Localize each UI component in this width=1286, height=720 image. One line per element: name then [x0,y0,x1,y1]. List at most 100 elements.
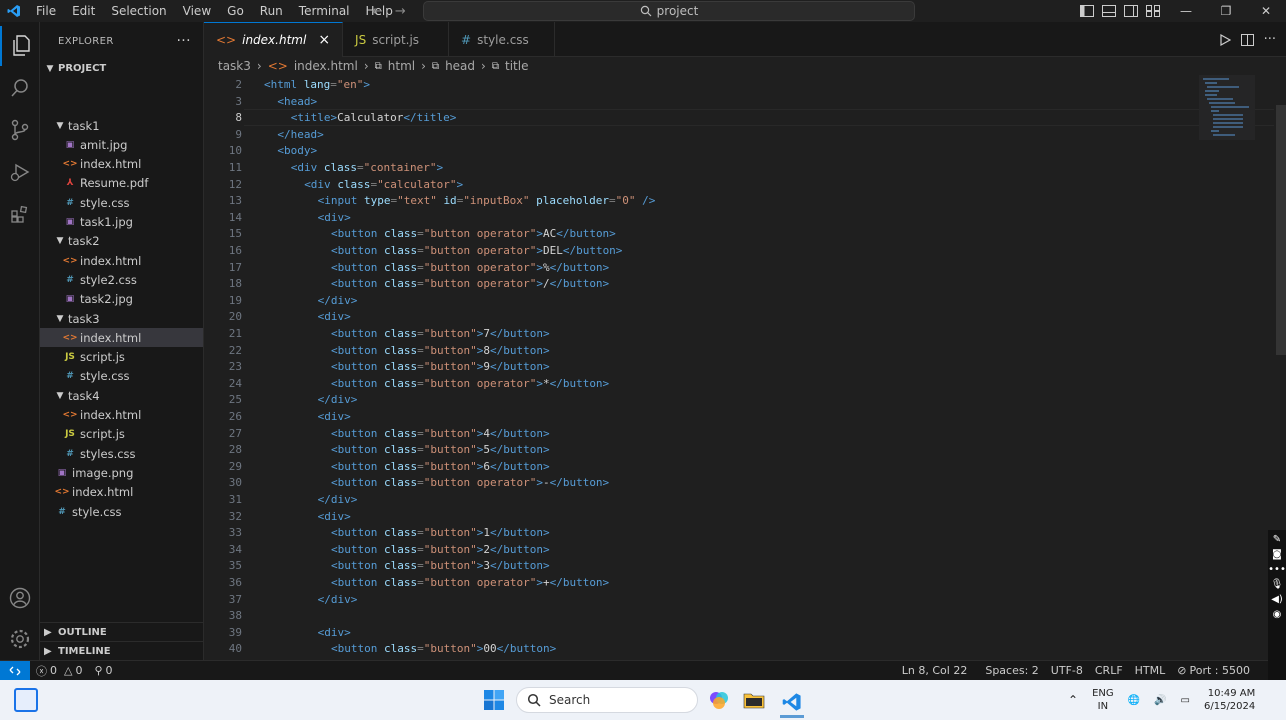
search-activity[interactable] [0,68,40,108]
copilot-icon[interactable] [707,688,731,712]
file-item[interactable]: # style.css [40,502,203,521]
outline-section[interactable]: ▶ OUTLINE [40,622,203,641]
input-language[interactable]: ENG IN [1092,687,1114,713]
language-mode[interactable]: HTML [1129,664,1172,677]
file-item[interactable]: ⅄ Resume.pdf [40,174,203,193]
vscode-logo-icon[interactable] [0,0,28,22]
folder-task2[interactable]: ▼ task2 [40,232,203,251]
toggle-panel-icon[interactable] [1102,5,1116,17]
vertical-scrollbar[interactable] [1276,105,1286,355]
file-item[interactable]: # style2.css [40,270,203,289]
indentation[interactable]: Spaces: 2 [979,664,1044,677]
customize-layout-icon[interactable] [1146,5,1160,17]
file-item[interactable]: <> index.html [40,328,203,348]
network-icon[interactable]: 🌐 [1128,695,1140,706]
back-arrow-icon[interactable]: ← [372,4,383,19]
problems-indicator[interactable]: ⓧ 0 △ 0 [30,663,88,679]
folder-task1[interactable]: ▼ task1 [40,116,203,135]
file-item[interactable]: ▣ task2.jpg [40,290,203,309]
live-server-port[interactable]: ⊘ Port : 5500 [1171,664,1256,677]
encoding[interactable]: UTF-8 [1045,664,1089,677]
minimize-button[interactable]: — [1166,0,1206,22]
menu-item-edit[interactable]: Edit [64,0,103,22]
menu-item-file[interactable]: File [28,0,64,22]
breadcrumb-item[interactable]: task3 [218,59,251,73]
camera-icon[interactable]: ◙ [1272,549,1282,560]
end-of-line[interactable]: CRLF [1089,664,1129,677]
file-item[interactable]: <> index.html [40,251,203,270]
file-item[interactable]: # styles.css [40,444,203,463]
code-editor[interactable]: 2 <html lang="en"> 3 <head> 8 <title>Calculat… [204,75,1286,660]
split-editor-icon[interactable] [1240,33,1254,46]
close-window-button[interactable]: ✕ [1246,0,1286,22]
file-item[interactable]: ▣ amit.jpg [40,135,203,154]
taskbar-search[interactable]: Search [516,687,698,713]
microphone-icon[interactable]: 🎙 [1271,579,1284,590]
file-item[interactable]: ▣ image.png [40,463,203,482]
cursor-position[interactable]: Ln 8, Col 22 [896,664,974,677]
explorer-activity[interactable] [0,26,40,66]
webcam-icon[interactable]: ◉ [1273,609,1282,620]
file-explorer-icon[interactable] [742,688,766,712]
forward-arrow-icon[interactable]: → [395,4,406,19]
breadcrumb-item[interactable]: head [445,59,475,73]
file-item[interactable]: JS script.js [40,425,203,444]
folder-task4[interactable]: ▼ task4 [40,386,203,405]
file-item[interactable]: <> index.html [40,406,203,425]
code-line: 30 <button class="button operator">-</but… [204,474,1204,491]
menu-item-run[interactable]: Run [252,0,291,22]
accounts-activity[interactable] [0,578,40,618]
project-root[interactable]: ▼ PROJECT [40,59,203,78]
extensions-activity[interactable] [0,194,40,234]
toggle-secondary-sidebar-icon[interactable] [1124,5,1138,17]
clock[interactable]: 10:49 AM 6/15/2024 [1204,687,1255,713]
volume-icon[interactable]: 🔊 [1154,695,1166,706]
run-debug-activity[interactable] [0,152,40,192]
menu-item-go[interactable]: Go [219,0,252,22]
widgets-icon[interactable] [14,688,38,712]
menu-item-selection[interactable]: Selection [103,0,174,22]
command-center-search[interactable]: project [423,1,915,21]
run-icon[interactable] [1219,33,1231,46]
more-actions-icon[interactable]: ··· [176,33,191,49]
file-item[interactable]: <> index.html [40,155,203,174]
file-item[interactable]: JS script.js [40,348,203,367]
tree-item-label: task2.jpg [80,292,133,307]
close-tab-icon[interactable]: × [318,32,330,48]
pen-icon[interactable]: ✎ [1273,534,1281,545]
code-line: 23 <button class="button">9</button> [204,358,1204,375]
speaker-icon[interactable]: ◀) [1271,594,1283,605]
menu-item-terminal[interactable]: Terminal [291,0,358,22]
tab-list: <> index.html × JS script.js # style.css [204,22,556,57]
file-item[interactable]: # style.css [40,367,203,386]
source-control-activity[interactable] [0,110,40,150]
folder-task3[interactable]: ▼ task3 [40,309,203,328]
more-actions-icon[interactable]: ··· [1264,32,1276,47]
battery-icon[interactable]: ▭ [1181,695,1190,706]
manage-activity[interactable] [0,619,40,659]
menu-item-view[interactable]: View [175,0,219,22]
tab-index-html[interactable]: <> index.html × [204,22,344,57]
vscode-taskbar-icon[interactable] [780,688,804,718]
tab-style-css[interactable]: # style.css [449,22,556,57]
breadcrumb-item[interactable]: html [388,59,415,73]
timeline-section[interactable]: ▶ TIMELINE [40,641,203,660]
code-token: <button [331,360,384,374]
windows-start-icon[interactable] [483,689,505,711]
code-text: <input type="text" id="inputBox" placeho… [318,192,656,209]
more-icon[interactable]: ••• [1268,564,1286,575]
minimap[interactable] [1199,75,1259,140]
file-item[interactable]: # style.css [40,193,203,212]
file-item[interactable]: ▣ task1.jpg [40,213,203,232]
chevron-up-icon[interactable]: ⌃ [1068,693,1078,707]
toggle-primary-sidebar-icon[interactable] [1080,5,1094,17]
remote-indicator[interactable] [0,660,30,681]
code-text: <title>Calculator</title> [291,109,457,126]
restore-button[interactable]: ❐ [1206,0,1246,22]
code-token: </button> [549,260,610,274]
breadcrumb-item[interactable]: index.html [294,59,358,73]
ports-indicator[interactable]: ⚲ 0 [88,664,118,677]
file-item[interactable]: <> index.html [40,483,203,502]
breadcrumb-item[interactable]: title [505,59,528,73]
tab-script-js[interactable]: JS script.js [343,22,450,57]
